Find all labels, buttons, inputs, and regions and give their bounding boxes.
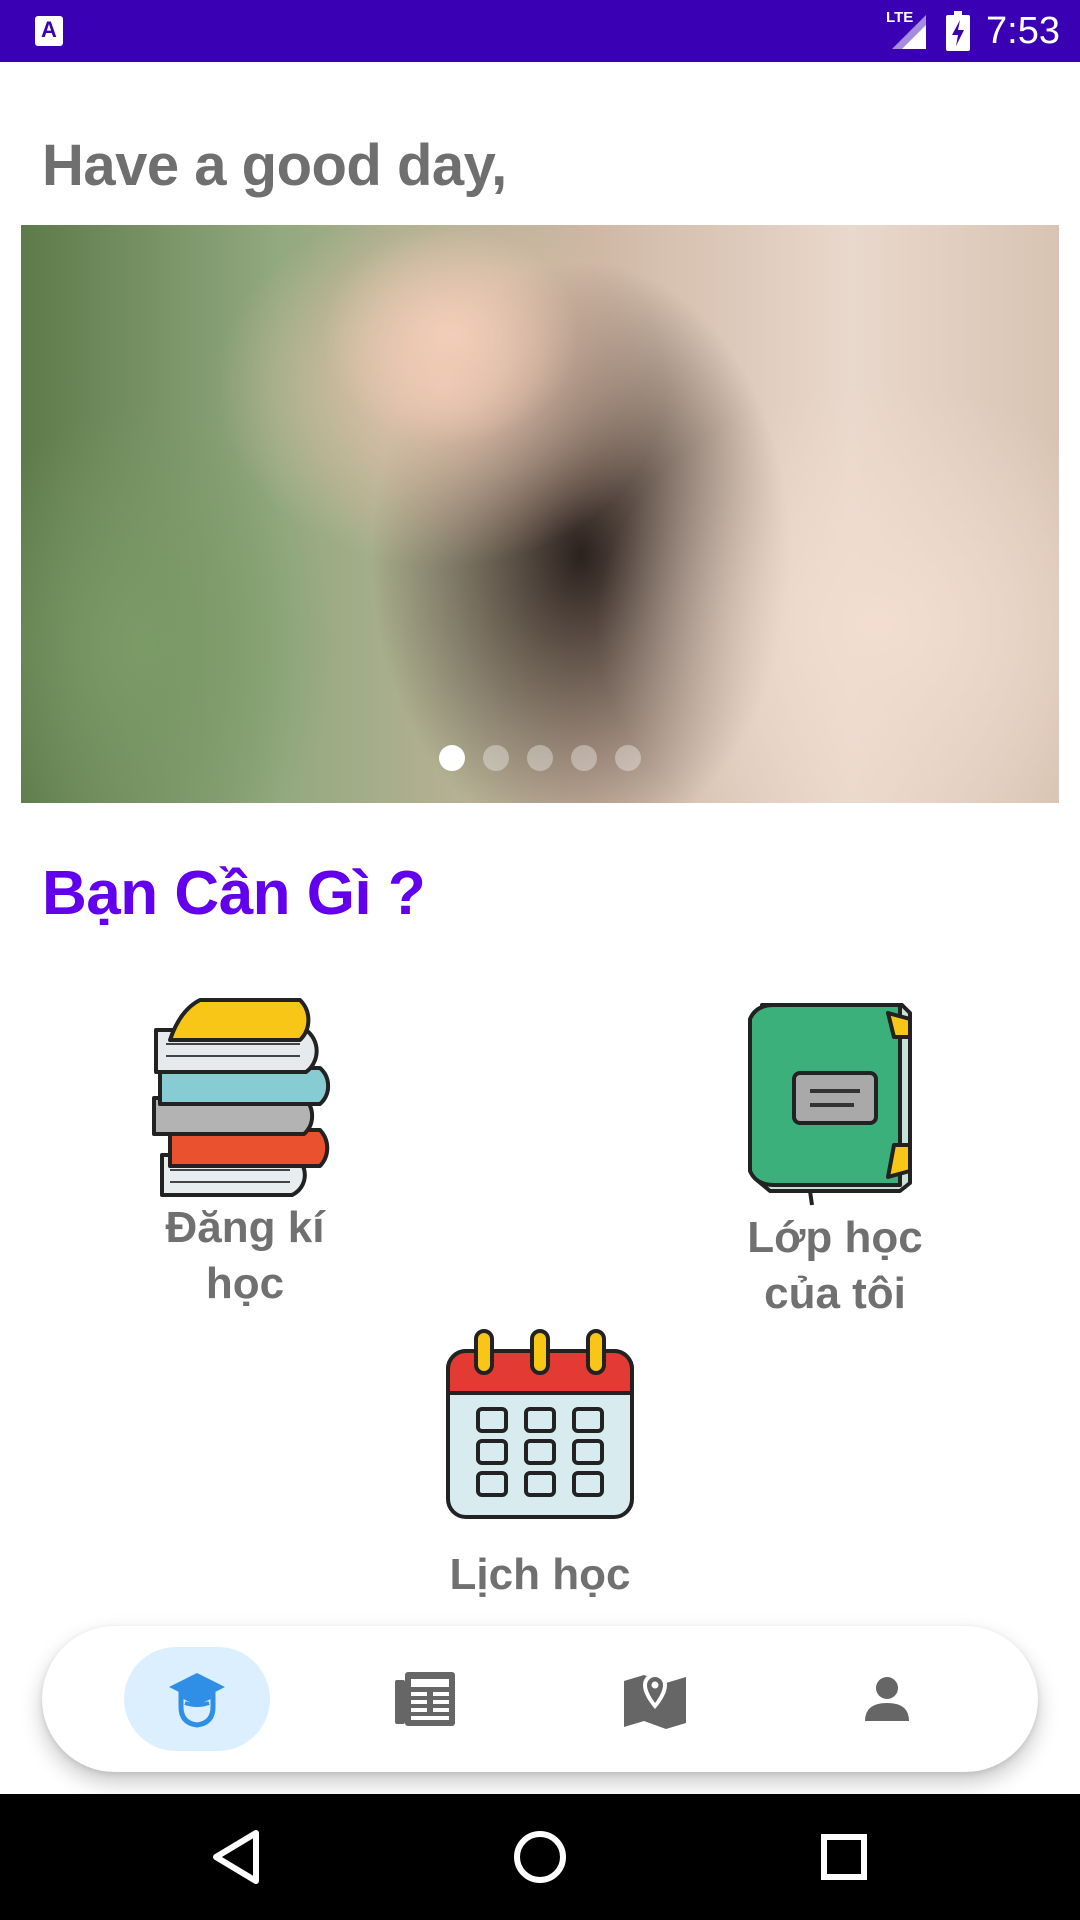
status-time: 7:53 [986, 9, 1060, 52]
banner-carousel[interactable] [21, 225, 1059, 803]
green-book-icon [748, 1003, 912, 1206]
home-circle-icon[interactable] [510, 1827, 570, 1887]
my-class-label: Lớp học [747, 1213, 923, 1262]
carousel-indicator [21, 745, 1059, 771]
graduation-cap-icon [169, 1673, 225, 1728]
app-notification-icon: A [35, 16, 63, 46]
my-class-label-line2: của tôi [764, 1269, 906, 1318]
lte-signal-icon: LTE [886, 9, 930, 51]
nav-profile-tab[interactable] [814, 1647, 960, 1751]
nav-news-tab[interactable] [352, 1647, 498, 1751]
carousel-dot[interactable] [483, 745, 509, 771]
section-title: Bạn Cần Gì ? [42, 859, 426, 928]
newspaper-icon [395, 1672, 455, 1726]
status-bar: A LTE 7:53 [0, 0, 1080, 62]
my-class-feature-button[interactable]: Lớp học của tôi [700, 995, 970, 1322]
banner-photo [321, 225, 581, 445]
carousel-dot[interactable] [527, 745, 553, 771]
nav-map-tab[interactable] [582, 1647, 728, 1751]
schedule-feature-button[interactable]: Lịch học [400, 1325, 680, 1603]
system-navigation-bar [0, 1794, 1080, 1920]
back-icon[interactable] [206, 1827, 266, 1887]
nav-home-tab[interactable] [124, 1647, 270, 1751]
carousel-dot-active[interactable] [439, 745, 465, 771]
carousel-dot[interactable] [615, 745, 641, 771]
person-icon [865, 1677, 909, 1721]
recent-apps-icon[interactable] [814, 1827, 874, 1887]
register-label: Đăng kí [165, 1203, 325, 1252]
bottom-navigation [42, 1626, 1038, 1772]
map-icon [624, 1673, 686, 1729]
schedule-label: Lịch học [449, 1550, 631, 1599]
battery-charging-icon [946, 11, 971, 51]
register-feature-button[interactable]: Đăng kí học [110, 990, 380, 1312]
register-label-line2: học [205, 1259, 285, 1308]
calendar-icon [446, 1329, 634, 1519]
status-icons: LTE 7:53 [886, 0, 1060, 62]
carousel-dot[interactable] [571, 745, 597, 771]
greeting-text: Have a good day, [42, 133, 507, 198]
books-stack-icon [152, 998, 331, 1197]
